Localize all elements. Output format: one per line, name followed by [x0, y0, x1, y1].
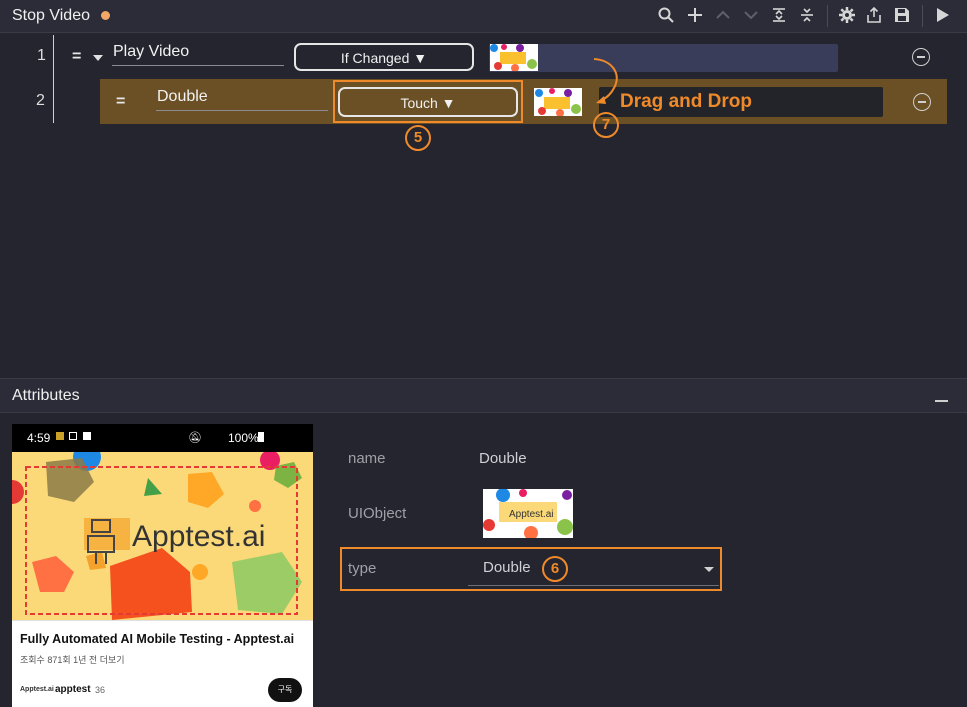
- check-icon: [83, 432, 91, 440]
- step-drag-handle[interactable]: =: [72, 48, 81, 66]
- home-icon: [69, 432, 77, 440]
- search-icon[interactable]: [656, 6, 676, 26]
- callout-6: 6: [542, 556, 568, 582]
- chevron-down-icon[interactable]: [704, 567, 714, 572]
- expand-all-icon[interactable]: [769, 6, 789, 26]
- step-drag-handle[interactable]: =: [116, 93, 125, 111]
- uiobject-slot[interactable]: [489, 44, 838, 72]
- channel-subs: 36: [95, 685, 106, 695]
- remove-step-icon[interactable]: [912, 48, 930, 66]
- step-name[interactable]: Double: [157, 88, 208, 106]
- type-select-value[interactable]: Double: [483, 559, 531, 576]
- channel-name[interactable]: apptest: [55, 684, 91, 695]
- export-icon[interactable]: [864, 6, 884, 26]
- video-banner[interactable]: Apptest.ai: [12, 452, 313, 620]
- video-title[interactable]: Fully Automated AI Mobile Testing - Appt…: [20, 632, 310, 646]
- step-tree-line: [53, 35, 54, 123]
- condition-dropdown[interactable]: If Changed ▼: [294, 43, 474, 71]
- add-icon[interactable]: [685, 6, 705, 26]
- battery-icon: [258, 432, 264, 442]
- play-icon[interactable]: [932, 6, 952, 26]
- toolbar-divider: [922, 5, 923, 27]
- divider: [12, 620, 313, 621]
- field-value-name[interactable]: Double: [479, 450, 527, 467]
- type-select-underline: [468, 585, 719, 586]
- step-name[interactable]: Play Video: [113, 43, 189, 61]
- uiobject-thumbnail[interactable]: [534, 88, 582, 116]
- preview-logo-text: Apptest.ai: [509, 509, 553, 520]
- collapse-all-icon[interactable]: [797, 6, 817, 26]
- remove-step-icon[interactable]: [913, 93, 931, 111]
- settings-icon[interactable]: [837, 6, 857, 26]
- attributes-title: Attributes: [12, 387, 80, 404]
- signal-icons: 🔕︎: [188, 432, 202, 444]
- move-down-icon[interactable]: [741, 6, 761, 26]
- video-meta: 조회수 871회 1년 전 더보기: [20, 655, 125, 665]
- chevron-down-icon[interactable]: [93, 55, 103, 61]
- action-dropdown[interactable]: Touch ▼: [338, 87, 518, 117]
- step-name-underline: [156, 110, 328, 111]
- field-label-name: name: [348, 450, 386, 467]
- toolbar-divider: [827, 5, 828, 27]
- step-name-underline: [112, 65, 284, 66]
- subscribe-button[interactable]: 구독: [268, 678, 302, 702]
- move-up-icon[interactable]: [713, 6, 733, 26]
- uiobject-thumbnail[interactable]: [490, 44, 538, 71]
- editor-toolbar: Stop Video: [0, 0, 967, 33]
- unsaved-indicator: [101, 11, 110, 20]
- banner-logo-text: Apptest.ai: [132, 520, 265, 553]
- channel-logo[interactable]: Apptest.ai: [20, 686, 54, 693]
- field-label-uiobject: UIObject: [348, 505, 407, 522]
- drag-drop-annotation: Drag and Drop: [620, 91, 752, 112]
- scenario-title: Stop Video: [12, 7, 90, 24]
- attributes-header: Attributes: [0, 379, 967, 413]
- save-icon[interactable]: [892, 6, 912, 26]
- device-screenshot[interactable]: 4:59 🔕︎ 100% Apptest.ai Fully Automated …: [12, 424, 313, 707]
- attributes-panel: Attributes 4:59 🔕︎ 100% Apptest.ai Fully…: [0, 378, 967, 707]
- phone-status-bar: 4:59 🔕︎ 100%: [12, 424, 313, 452]
- step-number: 1: [37, 47, 46, 64]
- callout-7: 7: [593, 112, 619, 138]
- status-time: 4:59: [27, 431, 51, 445]
- step-number: 2: [36, 92, 45, 109]
- battery-percent: 100%: [228, 431, 259, 445]
- uiobject-preview[interactable]: Apptest.ai: [483, 489, 573, 538]
- callout-5: 5: [405, 125, 431, 151]
- scenario-editor: Stop Video 1 = Play Video If Changed ▼ 2…: [0, 0, 967, 378]
- notification-icon: [56, 432, 64, 440]
- field-label-type: type: [348, 560, 377, 577]
- minimize-icon[interactable]: [935, 400, 948, 402]
